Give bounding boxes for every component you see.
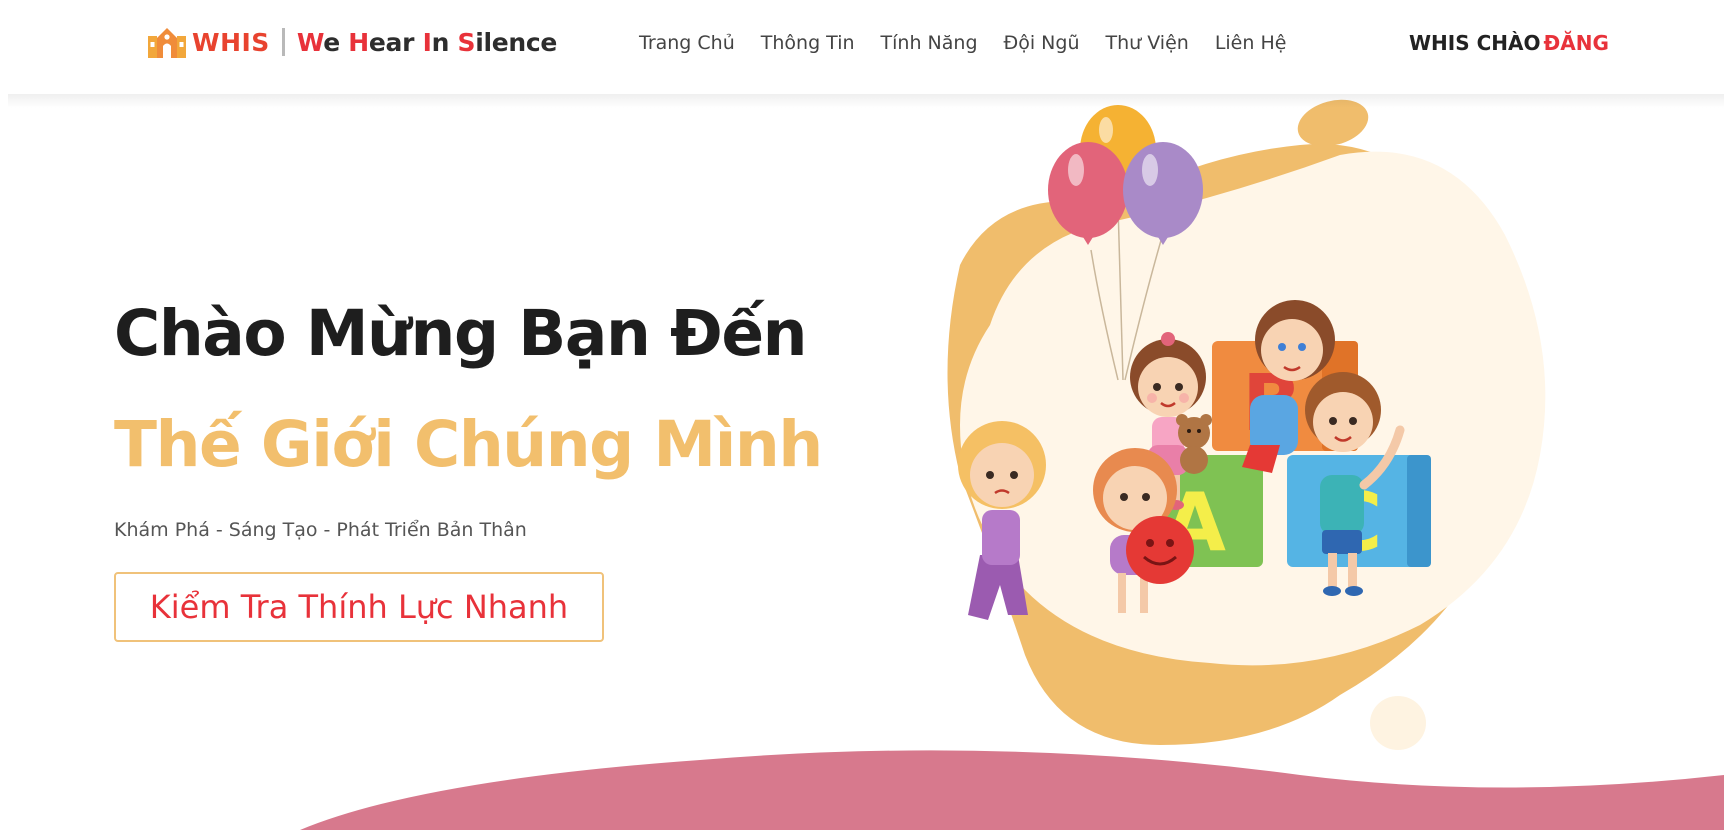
top-navigation-bar: WHIS We Hear In Silence Trang Chủ Thông …: [0, 0, 1724, 94]
school-building-icon: [148, 28, 186, 58]
greeting-username: ĐĂNG: [1543, 31, 1609, 55]
nav-item-doi-ngu[interactable]: Đội Ngũ: [1004, 32, 1080, 54]
header-shadow: [8, 92, 1724, 108]
greeting-prefix: WHIS CHÀO: [1409, 31, 1541, 55]
logo-divider: [281, 28, 285, 56]
landing-page: WHIS We Hear In Silence Trang Chủ Thông …: [0, 0, 1724, 830]
hero-title: Chào Mừng Bạn Đến: [114, 297, 808, 370]
nav-item-lien-he[interactable]: Liên Hệ: [1215, 32, 1287, 54]
site-logo[interactable]: WHIS We Hear In Silence: [148, 25, 557, 59]
nav-item-trang-chu[interactable]: Trang Chủ: [639, 32, 735, 54]
hero-subtitle: Thế Giới Chúng Mình: [114, 408, 823, 481]
bottom-wave: [300, 750, 1724, 830]
nav-item-thu-vien[interactable]: Thư Viện: [1105, 32, 1188, 54]
logo-tagline: We Hear In Silence: [296, 27, 558, 57]
user-greeting[interactable]: WHIS CHÀO ĐĂNG: [1409, 31, 1609, 55]
logo-brand-text: WHIS: [192, 27, 270, 57]
nav-item-tinh-nang[interactable]: Tính Năng: [881, 32, 978, 54]
hero-tagline: Khám Phá - Sáng Tạo - Phát Triển Bản Thâ…: [114, 519, 527, 541]
quick-hearing-test-button[interactable]: Kiểm Tra Thính Lực Nhanh: [114, 572, 604, 642]
kids-illustration: B A C: [947, 99, 1546, 750]
main-nav: Trang Chủ Thông Tin Tính Năng Đội Ngũ Th…: [639, 32, 1312, 54]
nav-item-thong-tin[interactable]: Thông Tin: [761, 32, 855, 54]
